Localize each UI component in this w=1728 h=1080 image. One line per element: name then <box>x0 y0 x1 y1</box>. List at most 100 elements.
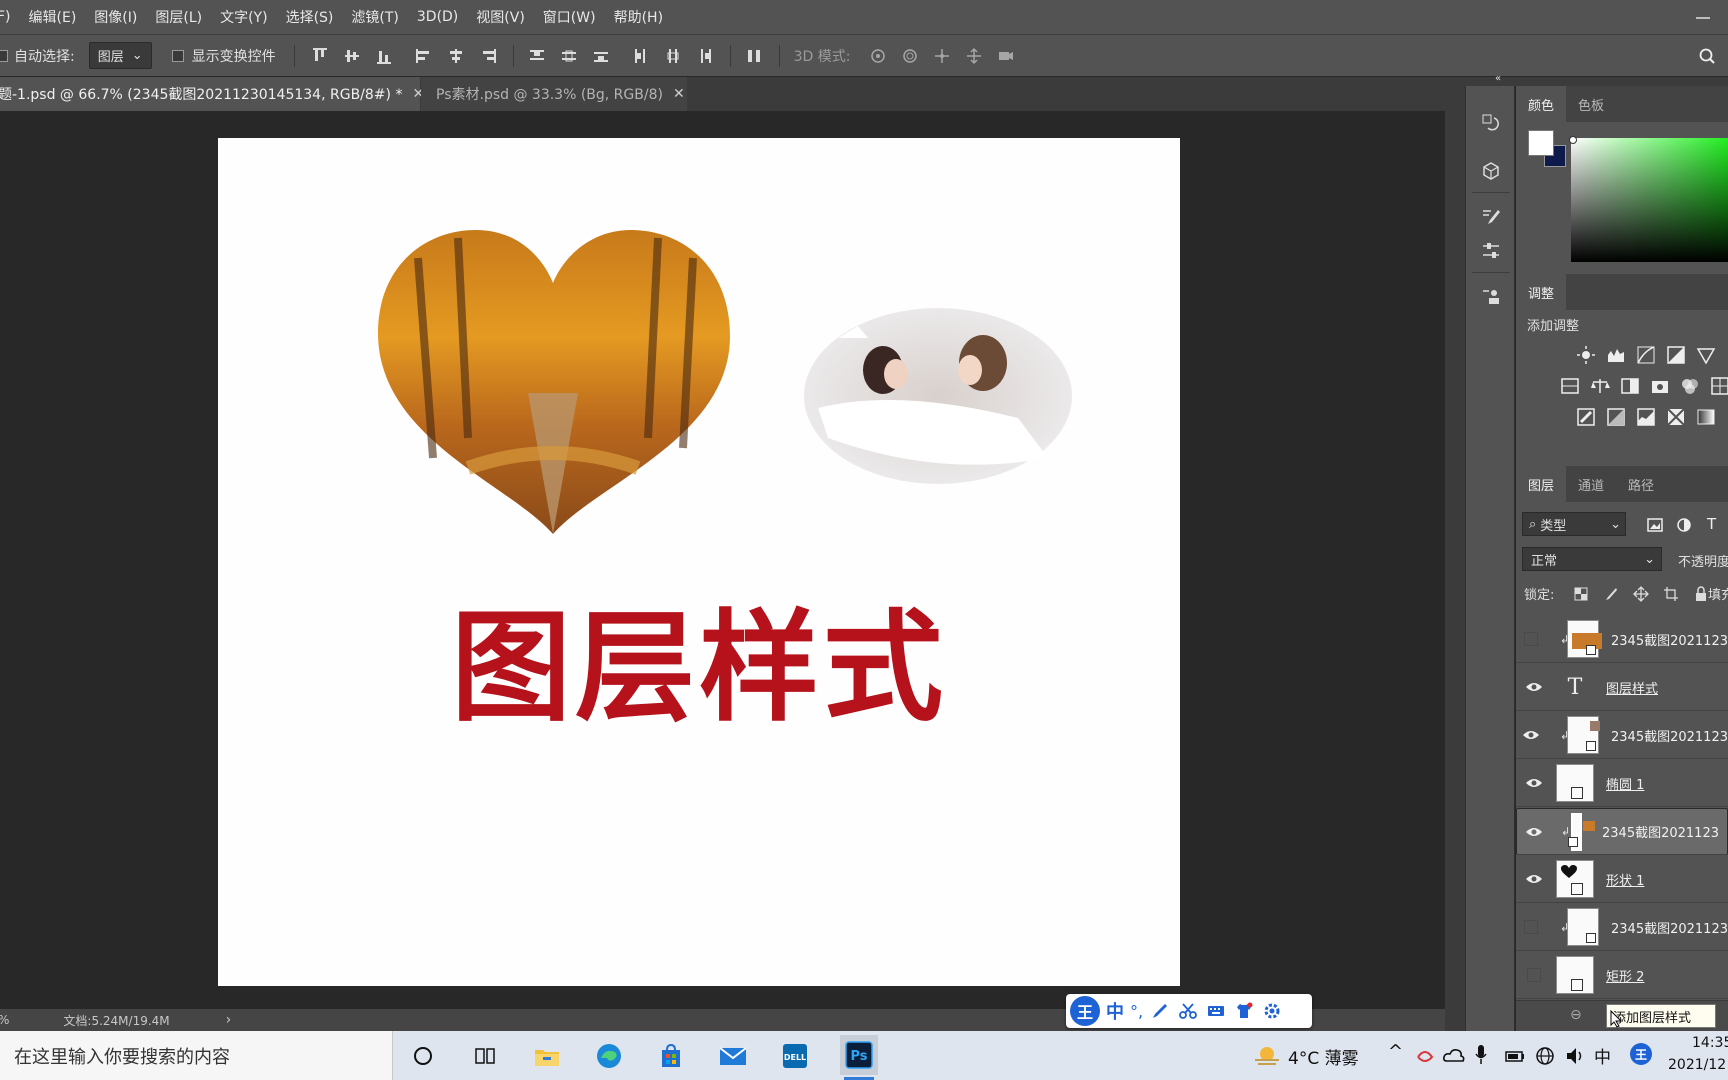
layer-row[interactable]: 矩形 2 <box>1516 952 1728 999</box>
menu-window[interactable]: 窗口(W) <box>534 7 605 27</box>
visibility-toggle[interactable] <box>1516 616 1547 663</box>
taskbar-search-input[interactable]: 在这里输入你要搜索的内容 <box>0 1031 393 1080</box>
menu-view[interactable]: 视图(V) <box>467 7 534 27</box>
cloud-sync-icon[interactable] <box>1442 1045 1466 1071</box>
align-top-icon[interactable] <box>309 45 331 67</box>
gear-icon[interactable] <box>1261 1000 1283 1022</box>
levels-icon[interactable] <box>1605 344 1627 366</box>
tab-document-1[interactable]: 题-1.psd @ 66.7% (2345截图20211230145134, R… <box>0 77 424 111</box>
visibility-toggle[interactable] <box>1525 808 1543 855</box>
foreground-color-swatch[interactable] <box>1528 130 1554 156</box>
menu-help[interactable]: 帮助(H) <box>605 7 672 27</box>
edge-browser-icon[interactable] <box>592 1039 626 1073</box>
battery-icon[interactable] <box>1504 1045 1526 1071</box>
layer-row[interactable]: 形状 1 <box>1516 856 1728 903</box>
menu-layer[interactable]: 图层(L) <box>146 7 211 27</box>
task-view-icon[interactable] <box>468 1039 502 1073</box>
tab-swatches[interactable]: 色板 <box>1566 86 1616 122</box>
pen-icon[interactable] <box>1149 1000 1171 1022</box>
network-globe-icon[interactable] <box>1534 1045 1556 1071</box>
distribute-bottom-icon[interactable] <box>590 45 612 67</box>
menu-filter[interactable]: 滤镜(T) <box>342 7 407 27</box>
dell-app-icon[interactable]: DELL <box>778 1039 812 1073</box>
menu-3d[interactable]: 3D(D) <box>408 9 467 25</box>
skin-shirt-icon[interactable] <box>1233 1000 1255 1022</box>
ime-tray-icon[interactable]: 王 <box>1630 1043 1652 1065</box>
tab-paths[interactable]: 路径 <box>1616 466 1666 502</box>
layer-row[interactable]: ↲ 2345截图2021123 <box>1516 808 1728 855</box>
menu-select[interactable]: 选择(S) <box>277 7 343 27</box>
brush-settings-icon[interactable] <box>1478 204 1504 230</box>
lock-artboard-icon[interactable] <box>1660 583 1682 605</box>
volume-icon[interactable] <box>1564 1045 1586 1071</box>
filter-type-icon[interactable]: T <box>1707 515 1716 533</box>
align-right-icon[interactable] <box>477 45 499 67</box>
tab-document-2[interactable]: Ps素材.psd @ 33.3% (Bg, RGB/8) ✕ <box>421 77 687 111</box>
file-explorer-icon[interactable] <box>530 1039 564 1073</box>
distribute-top-icon[interactable] <box>526 45 548 67</box>
color-picker-field[interactable] <box>1569 136 1728 262</box>
pan-3d-icon[interactable] <box>931 45 953 67</box>
menu-image[interactable]: 图像(I) <box>85 7 146 27</box>
ime-punct-toggle[interactable]: °, <box>1130 1002 1143 1021</box>
history-icon[interactable] <box>1478 110 1504 136</box>
status-menu-arrow[interactable]: › <box>226 1012 232 1028</box>
layer-filter-dropdown[interactable]: ⌕ 类型 ⌄ <box>1522 512 1626 536</box>
ime-lang-toggle[interactable]: 中 <box>1106 998 1124 1024</box>
align-hcenter-icon[interactable] <box>445 45 467 67</box>
blend-mode-dropdown[interactable]: 正常 ⌄ <box>1522 547 1662 571</box>
gradient-map-icon[interactable] <box>1695 406 1717 428</box>
filter-adjustment-icon[interactable] <box>1673 514 1695 536</box>
color-picker-handle[interactable] <box>1569 136 1577 144</box>
exposure-icon[interactable] <box>1665 344 1687 366</box>
ime-logo-icon[interactable]: 王 <box>1070 996 1100 1026</box>
layer-row[interactable]: ↲ 2345截图2021123 <box>1516 616 1728 663</box>
distribute-spacing-icon[interactable] <box>743 45 765 67</box>
roll-3d-icon[interactable] <box>899 45 921 67</box>
align-bottom-icon[interactable] <box>373 45 395 67</box>
cortana-icon[interactable] <box>406 1039 440 1073</box>
lock-pixels-icon[interactable] <box>1600 583 1622 605</box>
align-left-icon[interactable] <box>413 45 435 67</box>
layer-row[interactable]: 椭圆 1 <box>1516 760 1728 807</box>
visibility-toggle[interactable] <box>1516 712 1547 759</box>
orbit-3d-icon[interactable] <box>867 45 889 67</box>
distribute-right-icon[interactable] <box>694 45 716 67</box>
microsoft-store-icon[interactable] <box>654 1039 688 1073</box>
tab-adjustments[interactable]: 调整 <box>1516 274 1567 310</box>
visibility-toggle[interactable] <box>1516 856 1552 903</box>
scissors-icon[interactable] <box>1177 1000 1199 1022</box>
camera-3d-icon[interactable] <box>995 45 1017 67</box>
color-lookup-icon[interactable] <box>1709 375 1728 397</box>
color-balance-icon[interactable] <box>1589 375 1611 397</box>
keyboard-icon[interactable] <box>1205 1000 1227 1022</box>
clock-time[interactable]: 14:35 <box>1692 1035 1728 1051</box>
tab-layers[interactable]: 图层 <box>1516 466 1567 502</box>
3d-cube-icon[interactable] <box>1478 158 1504 184</box>
selective-color-icon[interactable] <box>1665 406 1687 428</box>
tab-color[interactable]: 颜色 <box>1516 86 1567 122</box>
tab-channels[interactable]: 通道 <box>1566 466 1616 502</box>
posterize-icon[interactable] <box>1605 406 1627 428</box>
invert-icon[interactable] <box>1575 406 1597 428</box>
clock-date[interactable]: 2021/12 <box>1668 1057 1726 1073</box>
photoshop-taskbar-icon[interactable]: Ps <box>840 1035 878 1075</box>
search-icon[interactable] <box>1696 45 1718 67</box>
clone-source-icon[interactable] <box>1478 284 1504 310</box>
auto-select-checkbox[interactable] <box>0 49 8 62</box>
weather-text[interactable]: 4°C 薄雾 <box>1288 1044 1359 1069</box>
brightness-icon[interactable] <box>1575 344 1597 366</box>
vibrance-icon[interactable] <box>1695 344 1717 366</box>
photo-filter-icon[interactable] <box>1649 375 1671 397</box>
distribute-hcenter-icon[interactable] <box>662 45 684 67</box>
curves-icon[interactable] <box>1635 344 1657 366</box>
lock-transparent-icon[interactable] <box>1570 583 1592 605</box>
auto-select-dropdown[interactable]: 图层 ⌄ <box>88 42 152 69</box>
link-layers-icon[interactable]: ⊖ <box>1570 1007 1582 1023</box>
show-transform-checkbox[interactable] <box>171 49 184 62</box>
menu-type[interactable]: 文字(Y) <box>211 7 276 27</box>
input-language-indicator[interactable]: 中 <box>1594 1043 1611 1068</box>
zoom-readout[interactable]: % <box>0 1013 9 1027</box>
menu-file[interactable]: F) <box>0 9 20 25</box>
layer-row[interactable]: T 图层样式 <box>1516 664 1728 711</box>
